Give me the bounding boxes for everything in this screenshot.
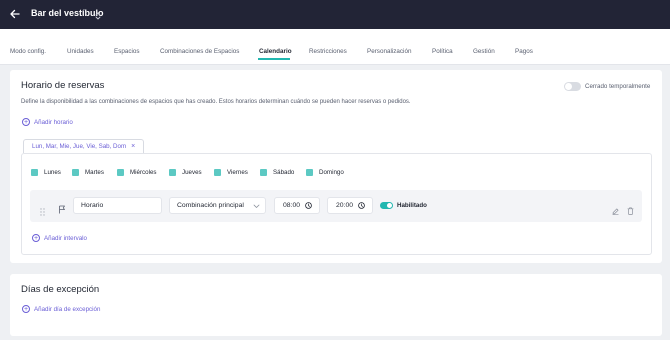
start-time-value: 08:00 xyxy=(283,202,301,209)
days-chip-tab[interactable]: Lun, Mar, Mie, Jue, Vie, Sab, Dom × xyxy=(23,139,145,153)
plus-circle-icon: + xyxy=(22,118,30,126)
tab-space-combinations[interactable]: Combinaciones de Espacios xyxy=(160,48,239,55)
checkbox-checked-icon xyxy=(306,169,313,176)
top-header: Bar del vestíbulo xyxy=(0,0,670,29)
venue-switch-icon[interactable] xyxy=(94,8,102,20)
interval-name-input[interactable]: Horario xyxy=(73,197,162,214)
exception-days-card xyxy=(10,274,662,336)
checkbox-checked-icon xyxy=(31,169,38,176)
settings-tab-bar: Modo config. Unidades Espacios Combinaci… xyxy=(0,29,670,65)
trash-icon[interactable] xyxy=(627,202,634,215)
day-checkbox-tuesday[interactable]: Martes xyxy=(72,169,104,176)
temporarily-closed-label: Cerrado temporalmente xyxy=(585,83,651,90)
checkbox-checked-icon xyxy=(169,169,176,176)
exception-days-title: Días de excepción xyxy=(21,284,100,295)
temporarily-closed-toggle[interactable] xyxy=(564,82,581,91)
checkbox-checked-icon xyxy=(260,169,267,176)
clock-icon xyxy=(358,202,365,209)
checkbox-checked-icon xyxy=(117,169,124,176)
day-checkbox-monday[interactable]: Lunes xyxy=(31,169,61,176)
tab-restrictions[interactable]: Restricciones xyxy=(309,48,347,55)
day-label: Miércoles xyxy=(130,169,157,176)
add-interval-label: Añadir intervalo xyxy=(44,234,87,242)
schedule-description: Define la disponibilidad a las combinaci… xyxy=(21,99,411,105)
interval-name-value: Horario xyxy=(81,202,104,209)
combination-select[interactable]: Combinación principal xyxy=(169,197,266,214)
day-label: Jueves xyxy=(182,169,202,176)
day-label: Lunes xyxy=(44,169,61,176)
tab-policy[interactable]: Política xyxy=(432,48,453,55)
start-time-input[interactable]: 08:00 xyxy=(274,197,320,214)
back-arrow-icon[interactable] xyxy=(7,6,23,22)
plus-circle-icon: + xyxy=(32,234,40,242)
tab-payments[interactable]: Pagos xyxy=(515,48,533,55)
edit-pencil-icon[interactable] xyxy=(612,202,619,215)
add-interval-button[interactable]: + Añadir intervalo xyxy=(32,234,87,242)
plus-circle-icon: + xyxy=(22,305,30,313)
tab-setup-mode[interactable]: Modo config. xyxy=(10,48,46,55)
add-schedule-label: Añadir horario xyxy=(34,118,73,126)
days-chip-label: Lun, Mar, Mie, Jue, Vie, Sab, Dom xyxy=(32,143,127,150)
day-checkbox-wednesday[interactable]: Miércoles xyxy=(117,169,156,176)
clock-icon xyxy=(305,202,312,209)
chevron-down-icon xyxy=(253,203,260,209)
schedule-title: Horario de reservas xyxy=(21,80,105,91)
venue-title: Bar del vestíbulo xyxy=(31,8,104,18)
end-time-value: 20:00 xyxy=(336,202,354,209)
day-checkbox-saturday[interactable]: Sábado xyxy=(260,169,294,176)
enabled-toggle[interactable] xyxy=(380,202,393,209)
tab-units[interactable]: Unidades xyxy=(67,48,94,55)
day-checkbox-thursday[interactable]: Jueves xyxy=(169,169,202,176)
close-icon[interactable]: × xyxy=(131,143,135,150)
add-schedule-button[interactable]: + Añadir horario xyxy=(22,118,73,126)
enabled-label: Habilitado xyxy=(397,202,427,209)
tab-customization[interactable]: Personalización xyxy=(367,48,411,55)
active-tab-underline xyxy=(258,58,290,60)
day-label: Martes xyxy=(85,169,104,176)
day-checkbox-sunday[interactable]: Domingo xyxy=(306,169,344,176)
drag-handle-icon[interactable] xyxy=(40,203,45,216)
checkbox-checked-icon xyxy=(214,169,221,176)
tab-spaces[interactable]: Espacios xyxy=(114,48,140,55)
day-label: Sábado xyxy=(273,169,295,176)
day-checkbox-friday[interactable]: Viernes xyxy=(214,169,248,176)
day-label: Viernes xyxy=(227,169,248,176)
add-exception-day-button[interactable]: + Añadir día de excepción xyxy=(22,305,100,313)
tab-calendar[interactable]: Calendario xyxy=(259,48,292,55)
checkbox-checked-icon xyxy=(72,169,79,176)
day-label: Domingo xyxy=(319,169,344,176)
add-exception-day-label: Añadir día de excepción xyxy=(34,305,101,313)
flag-icon[interactable] xyxy=(58,201,66,214)
end-time-input[interactable]: 20:00 xyxy=(327,197,373,214)
tab-management[interactable]: Gestión xyxy=(473,48,495,55)
combination-select-value: Combinación principal xyxy=(177,202,244,209)
